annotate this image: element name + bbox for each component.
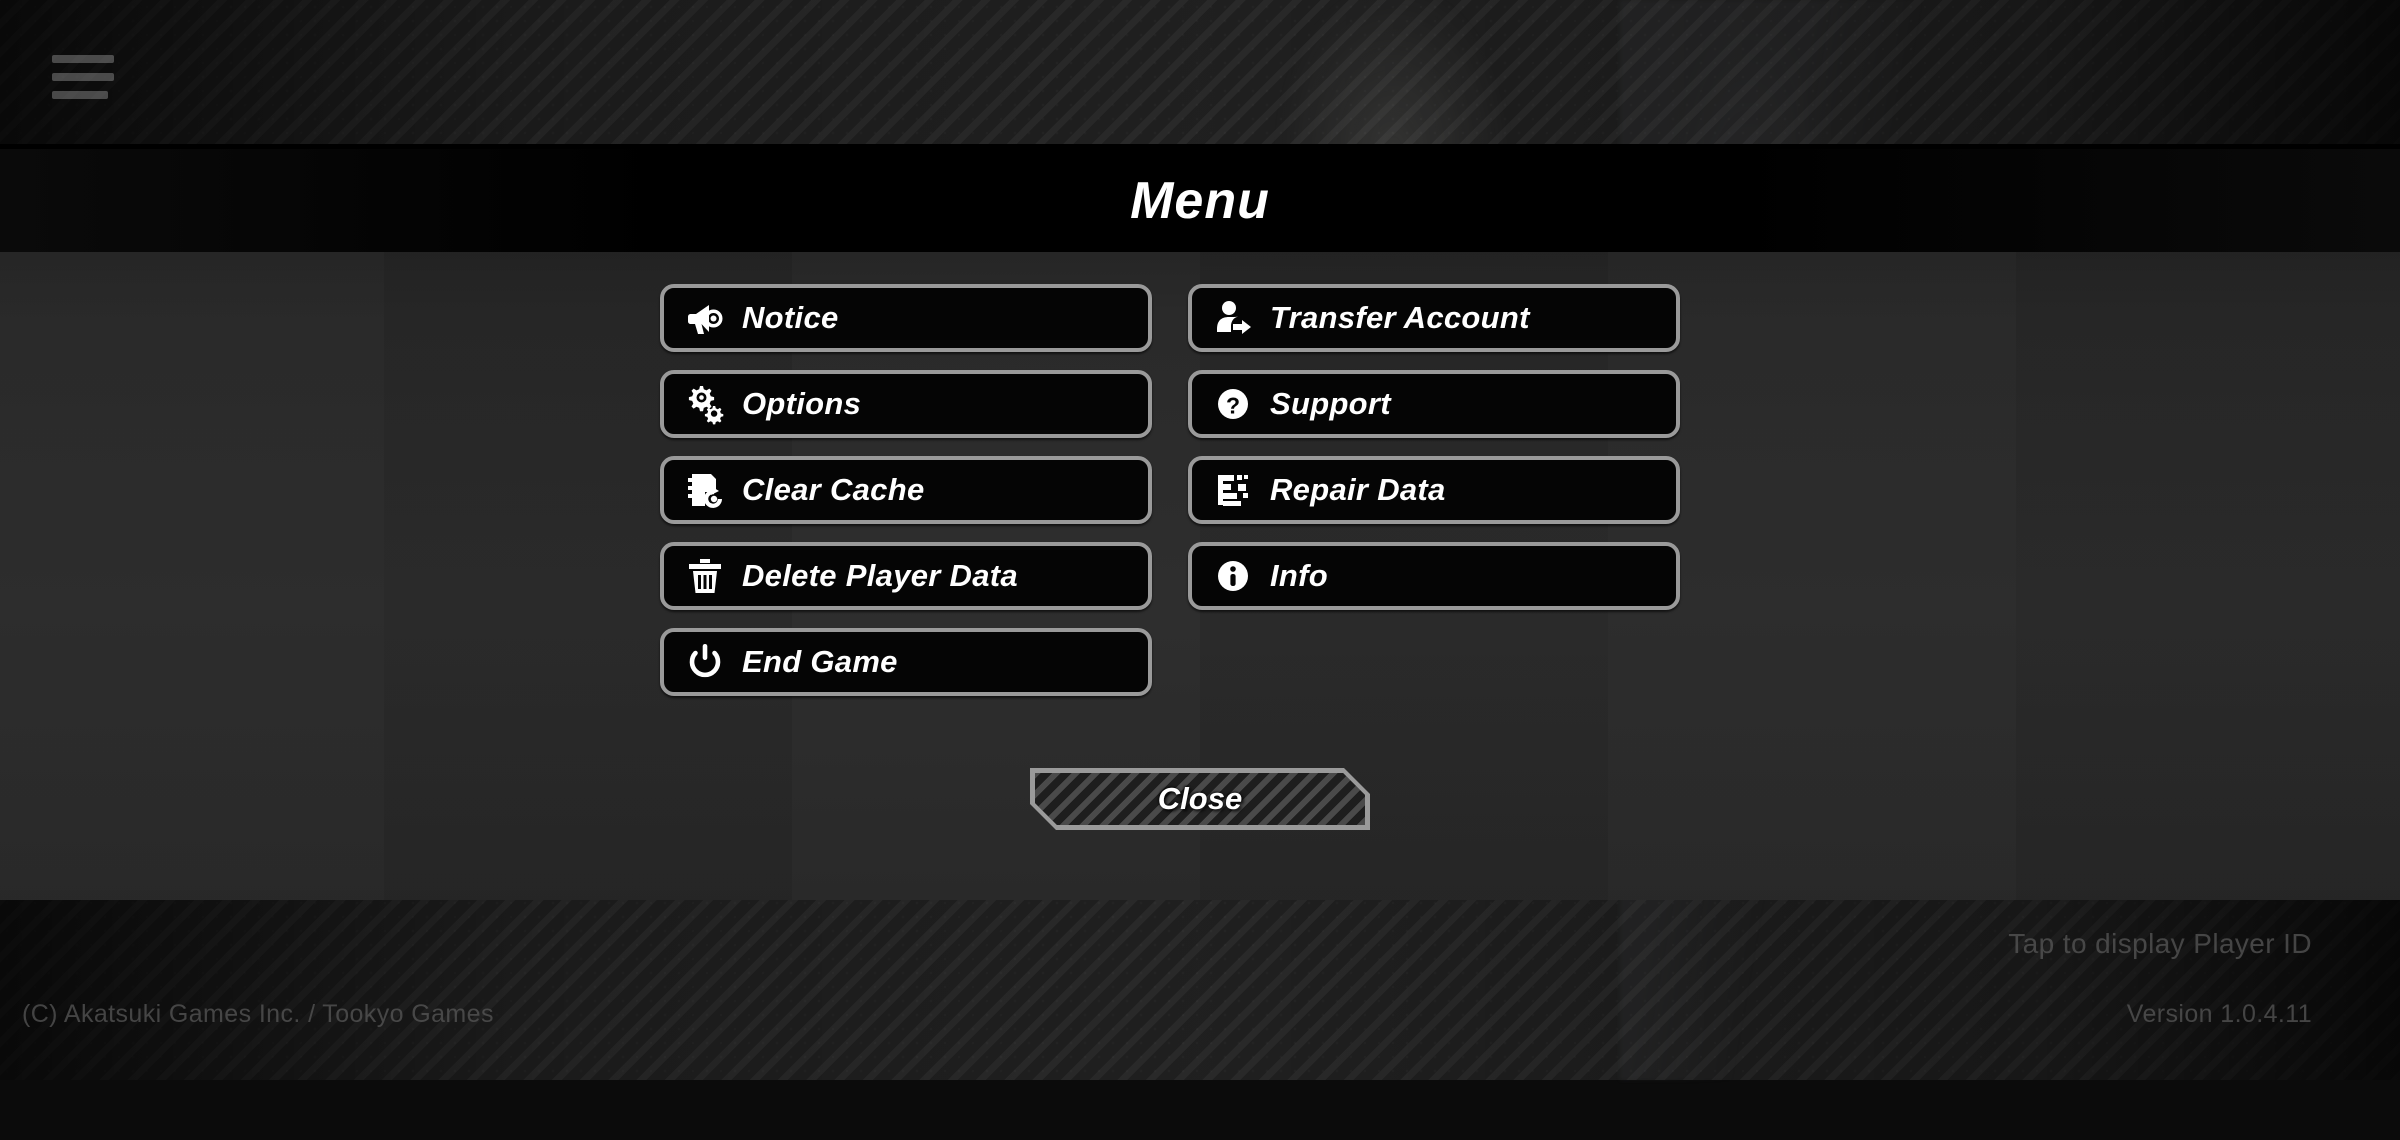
copyright-text: (C) Akatsuki Games Inc. / Tookyo Games	[22, 1000, 494, 1029]
menu-item-label: Transfer Account	[1270, 300, 1530, 336]
document-refresh-icon	[682, 467, 728, 513]
fragmented-data-icon	[1210, 467, 1256, 513]
menu-item-options[interactable]: Options	[660, 370, 1152, 438]
menu-item-notice[interactable]: Notice	[660, 284, 1152, 352]
page-title: Menu	[1130, 171, 1270, 231]
menu-item-repair-data[interactable]: Repair Data	[1188, 456, 1680, 524]
trash-icon	[682, 553, 728, 599]
close-button[interactable]: Close	[1030, 768, 1370, 830]
menu-item-clear-cache[interactable]: Clear Cache	[660, 456, 1152, 524]
hamburger-bar-2	[52, 73, 114, 81]
menu-panel: Menu Notice	[0, 144, 2400, 900]
menu-item-label: Clear Cache	[742, 472, 925, 508]
question-circle-icon: ?	[1210, 381, 1256, 427]
menu-item-label: Options	[742, 386, 861, 422]
close-button-wrap: Close	[0, 768, 2400, 830]
megaphone-icon	[682, 295, 728, 341]
close-button-label: Close	[1158, 781, 1242, 817]
person-transfer-icon	[1210, 295, 1256, 341]
svg-text:?: ?	[1226, 393, 1240, 419]
hamburger-bar-1	[52, 55, 114, 63]
panel-title-bar: Menu	[0, 149, 2400, 252]
menu-item-support[interactable]: ? Support	[1188, 370, 1680, 438]
menu-item-transfer-account[interactable]: Transfer Account	[1188, 284, 1680, 352]
gears-icon	[682, 381, 728, 427]
menu-item-info[interactable]: Info	[1188, 542, 1680, 610]
menu-item-label: Delete Player Data	[742, 558, 1018, 594]
menu-item-end-game[interactable]: End Game	[660, 628, 1152, 696]
player-id-hint[interactable]: Tap to display Player ID	[2008, 928, 2312, 960]
power-icon	[682, 639, 728, 685]
menu-button-grid: Notice Transfer Account	[660, 284, 1690, 696]
hamburger-icon[interactable]	[52, 55, 114, 99]
menu-item-delete-player-data[interactable]: Delete Player Data	[660, 542, 1152, 610]
menu-item-label: Support	[1270, 386, 1391, 422]
hamburger-bar-3	[52, 91, 108, 99]
menu-item-label: Repair Data	[1270, 472, 1446, 508]
info-circle-icon	[1210, 553, 1256, 599]
menu-item-label: End Game	[742, 644, 898, 680]
version-text: Version 1.0.4.11	[2127, 1000, 2312, 1029]
menu-item-label: Notice	[742, 300, 839, 336]
menu-item-label: Info	[1270, 558, 1328, 594]
panel-body: Notice Transfer Account	[0, 252, 2400, 900]
